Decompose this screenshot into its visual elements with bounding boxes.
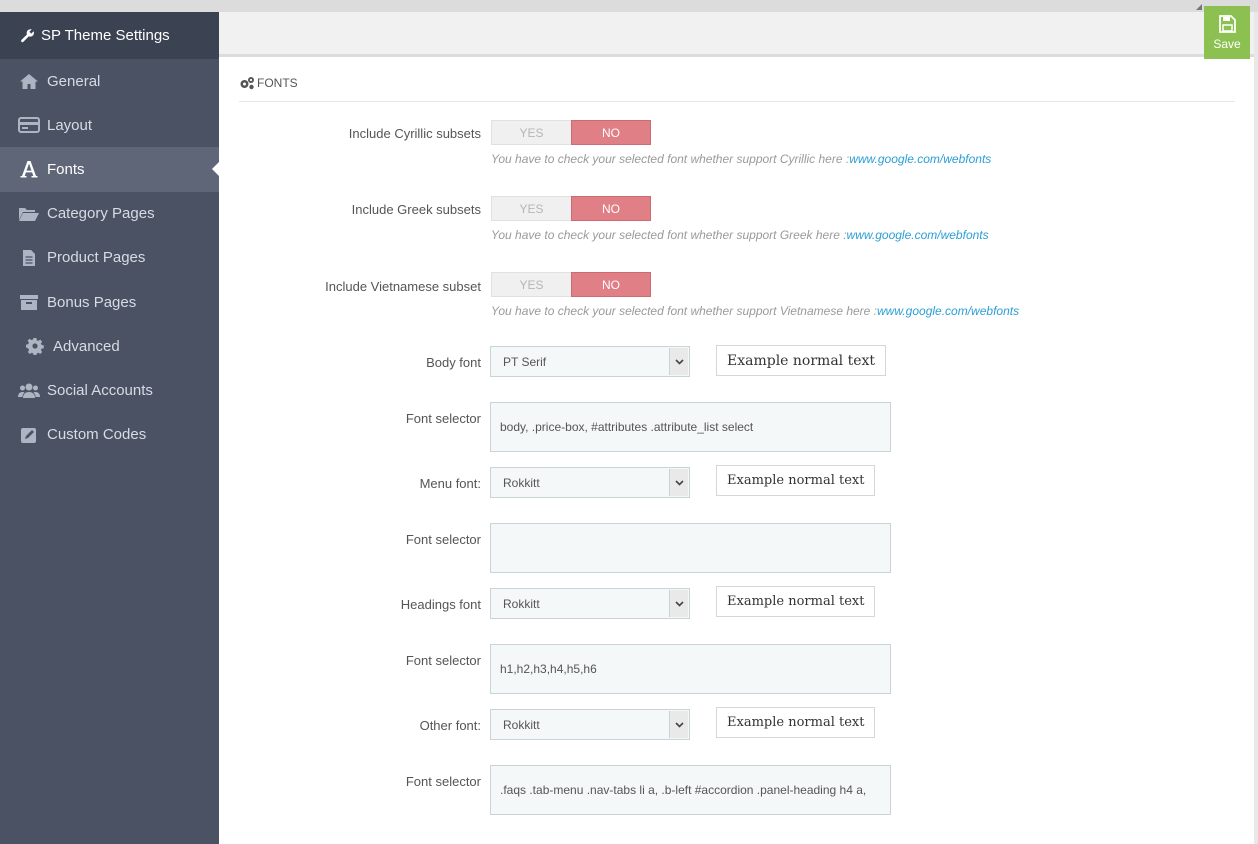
cogs-icon bbox=[239, 76, 255, 90]
sidebar-item-advanced[interactable]: Advanced bbox=[0, 324, 219, 368]
archive-icon bbox=[18, 293, 40, 311]
body-font-select[interactable]: PT Serif bbox=[490, 346, 690, 377]
section-title: FONTS bbox=[257, 76, 298, 90]
save-label: Save bbox=[1213, 36, 1241, 51]
font-selector-label: Font selector bbox=[405, 653, 481, 668]
cyrillic-yes-option[interactable]: YES bbox=[491, 120, 571, 145]
other-font-selector-input[interactable]: .faqs .tab-menu .nav-tabs li a, .b-left … bbox=[490, 765, 891, 815]
chevron-down-icon bbox=[669, 590, 688, 617]
sidebar-item-label: Layout bbox=[47, 116, 93, 134]
headings-font-selector-input[interactable]: h1,h2,h3,h4,h5,h6 bbox=[490, 644, 891, 694]
home-icon bbox=[18, 72, 40, 90]
headings-font-example: Example normal text bbox=[716, 586, 876, 617]
select-value: Rokkitt bbox=[503, 717, 540, 732]
body-font-example: Example normal text bbox=[716, 345, 887, 376]
sidebar-item-product-pages[interactable]: Product Pages bbox=[0, 236, 219, 280]
sidebar-item-label: Bonus Pages bbox=[47, 293, 137, 311]
font-icon bbox=[18, 160, 40, 178]
window-top-strip bbox=[0, 0, 1258, 12]
vietnamese-toggle[interactable]: YES NO bbox=[491, 272, 651, 297]
body-font-selector-input[interactable]: body, .price-box, #attributes .attribute… bbox=[490, 402, 891, 452]
greek-toggle[interactable]: YES NO bbox=[491, 196, 651, 221]
body-font-label: Body font bbox=[426, 355, 481, 370]
sidebar-item-general[interactable]: General bbox=[0, 59, 219, 103]
app-title: SP Theme Settings bbox=[41, 27, 170, 44]
sidebar-item-label: Category Pages bbox=[47, 205, 155, 223]
menu-font-example: Example normal text bbox=[716, 465, 876, 496]
folder-open-icon bbox=[18, 205, 40, 223]
sidebar-item-custom-codes[interactable]: Custom Codes bbox=[0, 413, 219, 457]
sidebar-item-layout[interactable]: Layout bbox=[0, 103, 219, 147]
vietnamese-help-text: You have to check your selected font whe… bbox=[491, 304, 1019, 318]
cyrillic-label: Include Cyrillic subsets bbox=[348, 126, 481, 141]
file-text-icon bbox=[18, 249, 40, 267]
webfonts-link[interactable]: www.google.com/webfonts bbox=[847, 228, 989, 242]
select-value: Rokkitt bbox=[503, 596, 540, 611]
select-value: PT Serif bbox=[503, 354, 547, 369]
sidebar-item-bonus-pages[interactable]: Bonus Pages bbox=[0, 280, 219, 324]
resize-corner-icon bbox=[1196, 4, 1202, 10]
gear-icon bbox=[24, 337, 46, 356]
sidebar-title: SP Theme Settings bbox=[0, 12, 219, 59]
menu-font-select[interactable]: Rokkitt bbox=[490, 467, 690, 498]
webfonts-link[interactable]: www.google.com/webfonts bbox=[877, 304, 1019, 318]
edit-icon bbox=[18, 426, 40, 444]
main-content: FONTS Include Cyrillic subsets YES NO Yo… bbox=[219, 60, 1254, 844]
sidebar-item-label: Advanced bbox=[53, 337, 120, 355]
sidebar-item-label: Social Accounts bbox=[47, 381, 153, 399]
sidebar: SP Theme Settings General Layout Fonts C… bbox=[0, 12, 219, 844]
sidebar-menu: General Layout Fonts Category Pages Prod… bbox=[0, 59, 219, 457]
users-icon bbox=[18, 381, 40, 399]
vietnamese-no-option[interactable]: NO bbox=[571, 272, 651, 297]
select-value: Rokkitt bbox=[503, 475, 540, 490]
menu-font-selector-input[interactable] bbox=[490, 523, 891, 573]
help-text: You have to check your selected font whe… bbox=[491, 304, 878, 318]
menu-font-label: Menu font: bbox=[419, 476, 481, 491]
greek-yes-option[interactable]: YES bbox=[491, 196, 571, 221]
font-selector-label: Font selector bbox=[405, 411, 481, 426]
headings-font-select[interactable]: Rokkitt bbox=[490, 588, 690, 619]
vietnamese-yes-option[interactable]: YES bbox=[491, 272, 571, 297]
help-text: You have to check your selected font whe… bbox=[491, 152, 850, 166]
sidebar-item-label: Product Pages bbox=[47, 249, 146, 267]
greek-no-option[interactable]: NO bbox=[571, 196, 651, 221]
cyrillic-no-option[interactable]: NO bbox=[571, 120, 651, 145]
headings-font-label: Headings font bbox=[400, 597, 481, 612]
cyrillic-toggle[interactable]: YES NO bbox=[491, 120, 651, 145]
font-selector-label: Font selector bbox=[405, 774, 481, 789]
sidebar-item-social-accounts[interactable]: Social Accounts bbox=[0, 368, 219, 412]
header-bar bbox=[219, 12, 1254, 57]
scrollbar[interactable] bbox=[1254, 12, 1258, 844]
section-header: FONTS bbox=[239, 76, 1235, 102]
sidebar-item-label: Fonts bbox=[47, 160, 85, 178]
sidebar-item-label: General bbox=[47, 72, 101, 90]
other-font-select[interactable]: Rokkitt bbox=[490, 709, 690, 740]
chevron-down-icon bbox=[669, 711, 688, 738]
help-text: You have to check your selected font whe… bbox=[491, 228, 847, 242]
wrench-icon bbox=[20, 28, 36, 44]
other-font-example: Example normal text bbox=[716, 707, 876, 738]
sidebar-item-fonts[interactable]: Fonts bbox=[0, 147, 219, 192]
credit-card-icon bbox=[18, 116, 40, 134]
floppy-disk-icon bbox=[1219, 14, 1236, 33]
greek-help-text: You have to check your selected font whe… bbox=[491, 228, 989, 242]
sidebar-item-category-pages[interactable]: Category Pages bbox=[0, 192, 219, 236]
webfonts-link[interactable]: www.google.com/webfonts bbox=[849, 152, 991, 166]
greek-label: Include Greek subsets bbox=[351, 202, 481, 217]
cyrillic-help-text: You have to check your selected font whe… bbox=[491, 152, 991, 166]
chevron-down-icon bbox=[669, 469, 688, 496]
chevron-down-icon bbox=[669, 348, 688, 375]
sidebar-item-label: Custom Codes bbox=[47, 426, 147, 444]
other-font-label: Other font: bbox=[419, 718, 481, 733]
font-selector-label: Font selector bbox=[405, 532, 481, 547]
vietnamese-label: Include Vietnamese subset bbox=[325, 279, 481, 294]
save-button[interactable]: Save bbox=[1204, 6, 1250, 59]
